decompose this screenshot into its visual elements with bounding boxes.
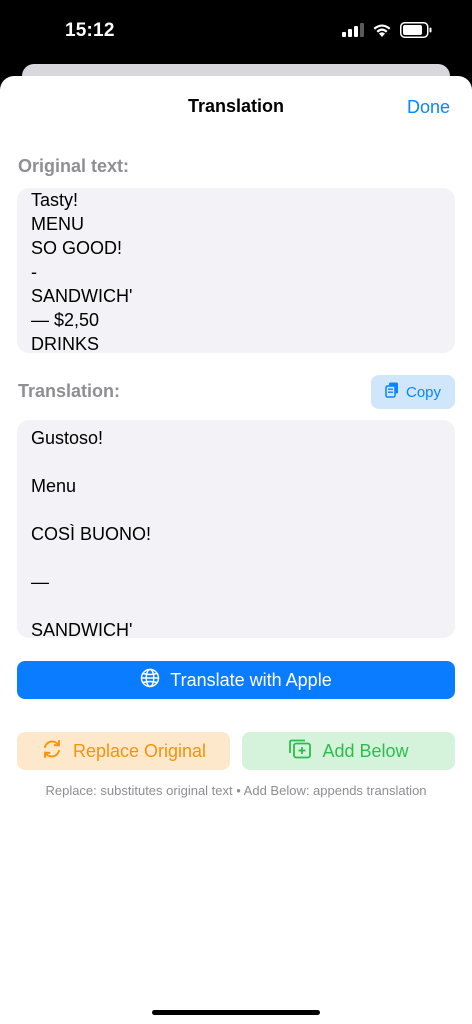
replace-button-label: Replace Original xyxy=(72,740,207,761)
text-line xyxy=(31,450,441,474)
text-line: Tasty! xyxy=(31,190,79,210)
status-time: 15:12 xyxy=(65,20,115,41)
text-line: Gustoso! xyxy=(31,428,104,448)
translate-with-apple-button[interactable]: Translate with Apple xyxy=(17,661,455,699)
text-line: DRINKS xyxy=(31,334,100,353)
text-line: Menu xyxy=(31,476,77,496)
original-text-label: Original text: xyxy=(18,156,130,176)
add-copy-icon xyxy=(288,739,312,764)
action-hint-text: Replace: substitutes original text • Add… xyxy=(45,783,427,798)
battery-icon xyxy=(400,22,432,43)
text-line xyxy=(31,498,441,522)
copy-button-label: Copy xyxy=(405,383,442,401)
translation-sheet: Translation Done Original text: Tasty! ME… xyxy=(0,76,472,1024)
copy-icon xyxy=(385,382,399,402)
text-line xyxy=(31,546,441,570)
text-line: — $2,50 xyxy=(31,310,100,330)
text-line: MENU xyxy=(31,214,84,234)
home-indicator[interactable] xyxy=(152,1010,320,1015)
translate-button-label: Translate with Apple xyxy=(170,669,332,690)
text-line: COSÌ BUONO! xyxy=(31,524,152,544)
globe-icon xyxy=(140,668,160,693)
add-below-button-label: Add Below xyxy=(322,740,409,761)
translation-text-field[interactable]: Gustoso! Menu COSÌ BUONO! — SANDWICH' xyxy=(17,420,455,638)
original-text-field[interactable]: Tasty! MENU SO GOOD! - SANDWICH' — $2,50 DRINK… xyxy=(17,188,455,353)
text-line: SANDWICH' xyxy=(31,620,133,638)
status-icons xyxy=(342,22,432,43)
sheet-title: Translation xyxy=(187,96,285,116)
add-below-button[interactable]: Add Below xyxy=(242,732,455,770)
text-line: - xyxy=(31,262,37,282)
wifi-icon xyxy=(372,23,392,43)
text-line: — xyxy=(31,572,49,592)
text-line: SANDWICH' xyxy=(31,286,133,306)
cellular-signal-icon xyxy=(342,23,364,42)
refresh-arrows-icon xyxy=(41,738,63,765)
translation-label: Translation: xyxy=(18,381,121,401)
status-bar: 15:12 xyxy=(0,0,472,64)
copy-button[interactable]: Copy xyxy=(371,375,455,409)
done-button[interactable]: Done xyxy=(407,97,450,118)
text-line xyxy=(31,594,441,618)
text-line: SO GOOD! xyxy=(31,238,123,258)
replace-original-button[interactable]: Replace Original xyxy=(17,732,230,770)
